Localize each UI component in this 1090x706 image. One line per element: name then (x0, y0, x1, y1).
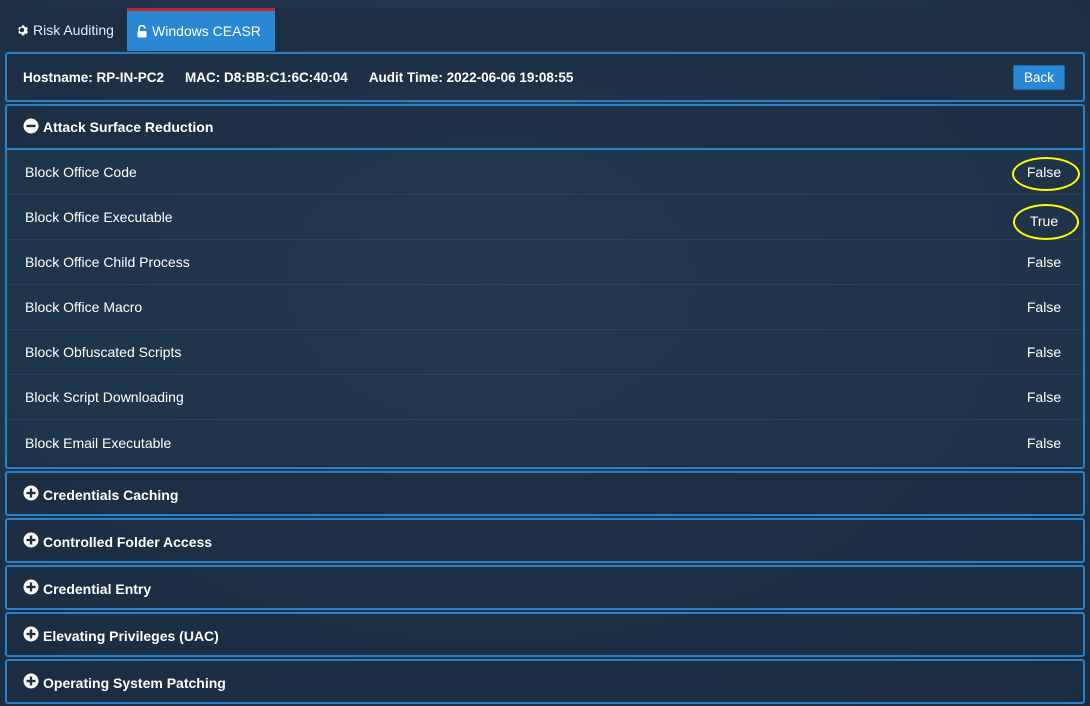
back-button[interactable]: Back (1013, 65, 1065, 90)
row-label: Block Email Executable (25, 434, 172, 451)
gear-icon (16, 24, 28, 36)
row-value: False (1026, 389, 1062, 405)
unlock-icon (137, 24, 147, 38)
plus-circle-icon (23, 626, 39, 645)
section-header-credentials-caching[interactable]: Credentials Caching (7, 473, 1083, 516)
row-label: Block Office Child Process (25, 254, 190, 270)
row-value: True (1029, 213, 1059, 229)
audit-time: Audit Time: 2022-06-06 19:08:55 (368, 69, 574, 85)
asr-rows: Block Office Code False Block Office Exe… (7, 150, 1083, 465)
section-title: Elevating Privileges (UAC) (43, 627, 219, 644)
section-header-elevating-privileges[interactable]: Elevating Privileges (UAC) (7, 614, 1083, 657)
tab-label: Windows CEASR (152, 23, 261, 39)
section-credential-entry: Credential Entry (5, 565, 1085, 610)
asr-row-block-office-code: Block Office Code False (7, 150, 1083, 195)
section-header-operating-system-patching[interactable]: Operating System Patching (7, 661, 1083, 704)
row-label: Block Obfuscated Scripts (25, 344, 182, 360)
mac-address: MAC: D8:BB:C1:6C:40:04 (185, 69, 348, 85)
plus-circle-icon (23, 673, 39, 692)
section-title: Operating System Patching (43, 674, 226, 691)
section-header-asr[interactable]: Attack Surface Reduction (7, 106, 1083, 150)
tab-bar: Risk Auditing Windows CEASR (6, 8, 1084, 51)
plus-circle-icon (23, 579, 39, 598)
section-title: Credentials Caching (43, 486, 179, 503)
row-value: False (1026, 254, 1062, 270)
section-credentials-caching: Credentials Caching (5, 471, 1085, 516)
asr-row-block-email-executable: Block Email Executable False (7, 420, 1083, 465)
section-title: Credential Entry (43, 580, 152, 597)
plus-circle-icon (23, 485, 39, 504)
tab-label: Risk Auditing (33, 21, 114, 38)
asr-row-block-obfuscated-scripts: Block Obfuscated Scripts False (7, 330, 1083, 375)
row-label: Block Office Executable (25, 209, 173, 225)
row-label: Block Office Code (25, 164, 137, 180)
hostname: Hostname: RP-IN-PC2 (23, 69, 165, 85)
section-header-controlled-folder-access[interactable]: Controlled Folder Access (7, 520, 1083, 563)
tab-risk-auditing[interactable]: Risk Auditing (6, 8, 127, 51)
row-label: Block Office Macro (25, 299, 143, 315)
row-value: False (1026, 164, 1062, 180)
row-value: False (1026, 434, 1062, 451)
asr-row-block-office-child-process: Block Office Child Process False (7, 240, 1083, 285)
asr-row-block-office-macro: Block Office Macro False (7, 285, 1083, 330)
section-elevating-privileges: Elevating Privileges (UAC) (5, 612, 1085, 657)
section-controlled-folder-access: Controlled Folder Access (5, 518, 1085, 563)
row-value: False (1026, 299, 1062, 315)
audit-info-bar: Hostname: RP-IN-PC2 MAC: D8:BB:C1:6C:40:… (5, 52, 1085, 102)
row-value: False (1026, 344, 1062, 360)
section-operating-system-patching: Operating System Patching (5, 659, 1085, 704)
section-title: Attack Surface Reduction (43, 119, 214, 135)
tab-windows-ceasr[interactable]: Windows CEASR (127, 8, 275, 51)
asr-row-block-script-downloading: Block Script Downloading False (7, 375, 1083, 420)
section-title: Controlled Folder Access (43, 533, 213, 550)
row-label: Block Script Downloading (25, 389, 184, 405)
asr-row-block-office-executable: Block Office Executable True (7, 195, 1083, 240)
section-header-credential-entry[interactable]: Credential Entry (7, 567, 1083, 610)
plus-circle-icon (23, 532, 39, 551)
section-attack-surface-reduction: Attack Surface Reduction Block Office Co… (5, 104, 1085, 469)
minus-circle-icon (23, 118, 39, 137)
